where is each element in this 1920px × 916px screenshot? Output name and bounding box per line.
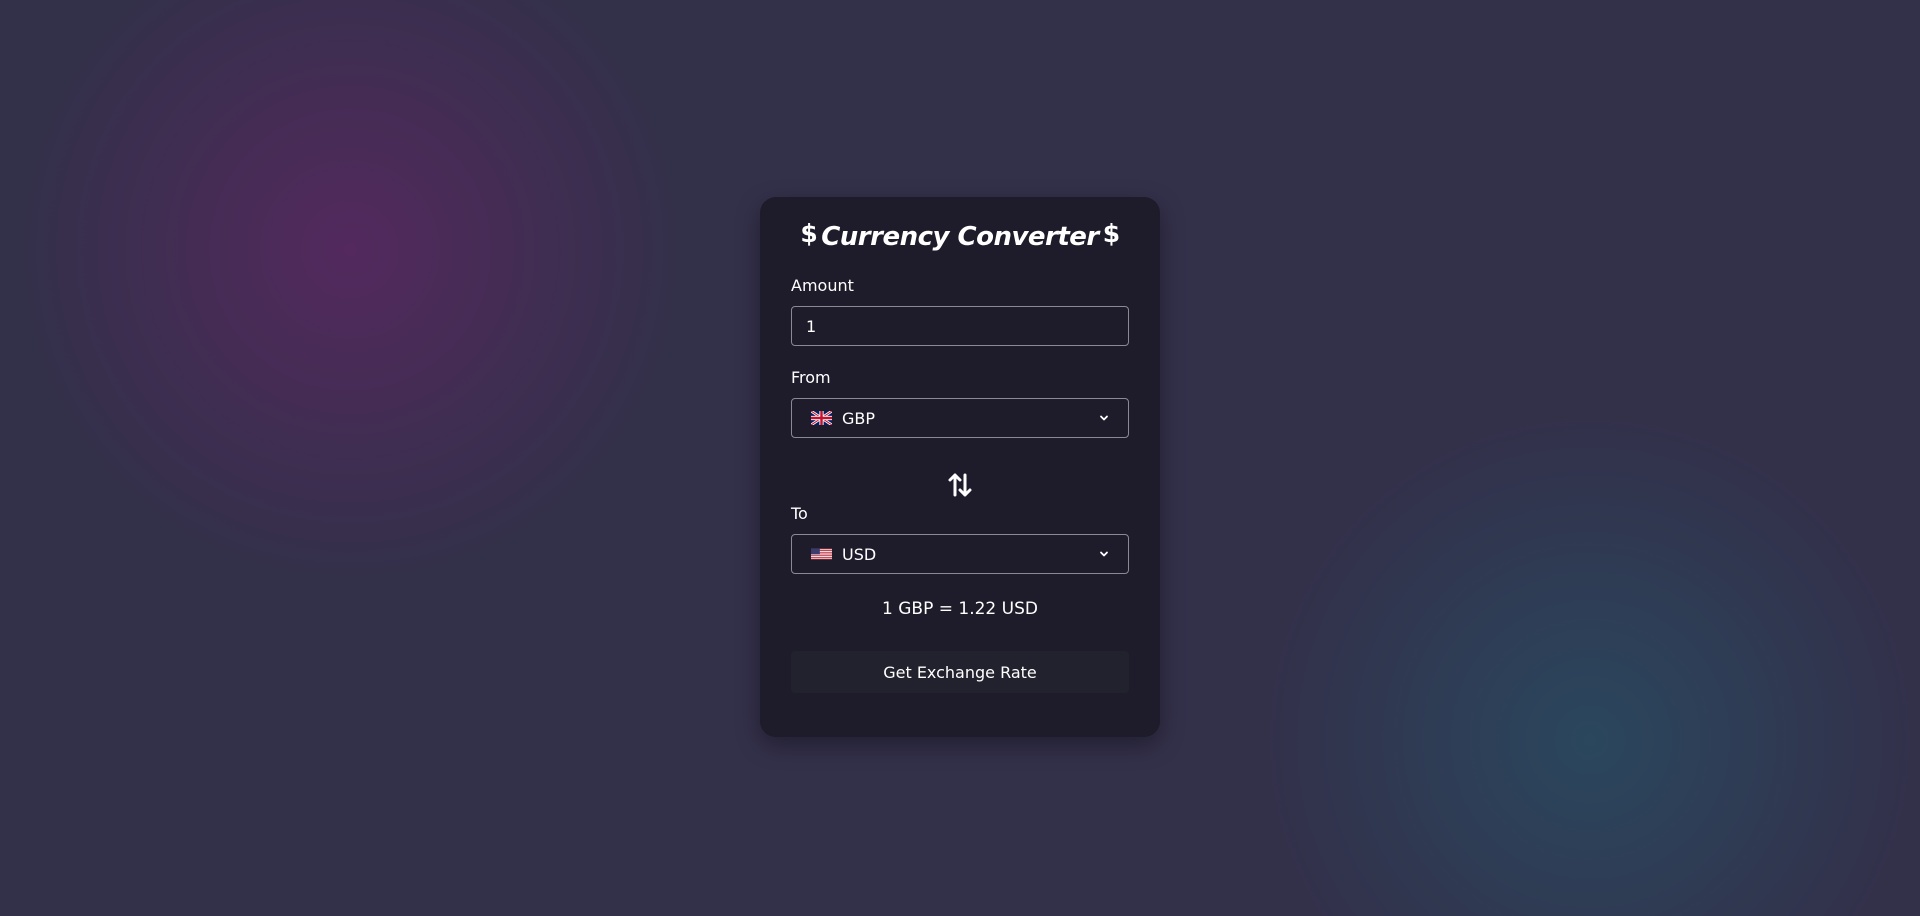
swap-arrows-icon[interactable] [947, 472, 973, 498]
chevron-down-icon [1098, 412, 1110, 424]
dollar-icon-right: $ [1102, 219, 1120, 248]
converter-card: $Currency Converter$ Amount From GBP To [760, 197, 1160, 737]
amount-input[interactable] [792, 307, 1128, 345]
dollar-icon-left: $ [800, 219, 818, 248]
to-label: To [791, 504, 808, 523]
exchange-rate-result: 1 GBP = 1.22 USD [882, 599, 1038, 619]
from-label: From [791, 368, 831, 387]
title-text: Currency Converter [821, 222, 1099, 252]
us-flag-icon [811, 547, 832, 561]
uk-flag-icon [811, 411, 832, 425]
get-exchange-rate-button[interactable]: Get Exchange Rate [791, 651, 1129, 693]
amount-label: Amount [791, 276, 854, 295]
amount-field [791, 306, 1129, 346]
from-currency-select[interactable]: GBP [791, 398, 1129, 438]
page-title: $ Currency Converter $ [791, 197, 1129, 255]
from-currency-code: GBP [842, 408, 876, 428]
to-currency-code: USD [842, 544, 877, 564]
chevron-down-icon [1098, 548, 1110, 560]
to-currency-select[interactable]: USD [791, 534, 1129, 574]
